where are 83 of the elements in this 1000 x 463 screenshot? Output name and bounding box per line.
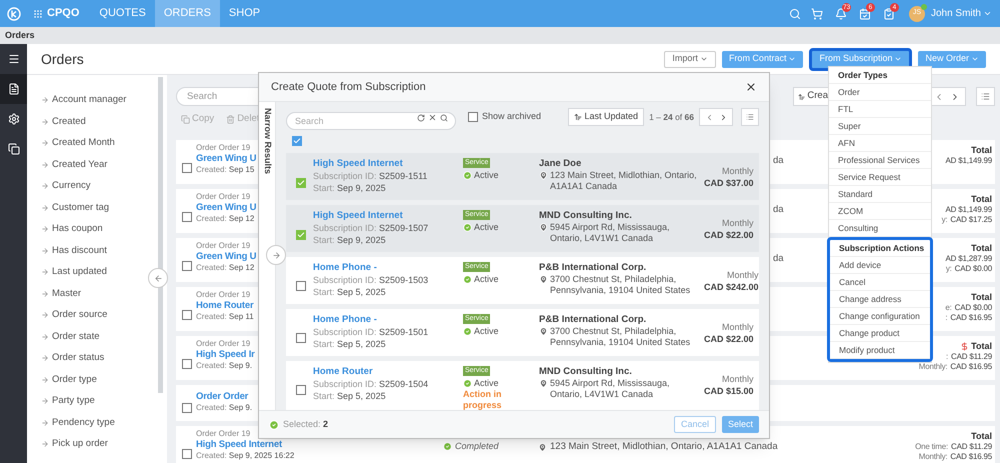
total-amount: CAD $16.95 — [950, 362, 992, 372]
status-text: Active — [474, 325, 499, 337]
created-date: Created: Sep 9. — [196, 403, 252, 413]
order-address: da — [773, 252, 784, 266]
total-amount: CAD $17.25 — [950, 215, 992, 225]
customer-name: MND Consulting Inc. — [539, 210, 633, 222]
total-amount: CAD $0.00 — [954, 264, 992, 274]
order-number: Order Order 19 — [196, 143, 250, 153]
menu-heading: Order Types — [829, 67, 931, 84]
order-number: Order Order 19 — [196, 241, 250, 251]
amount-label: One time: — [915, 442, 948, 452]
status-text: Active — [474, 273, 499, 285]
status-text: Active — [474, 377, 499, 389]
billing-period: Monthly — [722, 165, 754, 177]
created-date: Created: Sep 11 — [196, 312, 254, 322]
start-date: Start: Sep 9, 2025 — [313, 234, 387, 246]
amount-label: Monthly: — [918, 452, 948, 462]
order-number: Order Order 19 — [196, 429, 250, 439]
customer-name: Jane Doe — [539, 158, 582, 170]
created-date: Created: Sep 15 — [196, 165, 254, 175]
total-amount: CAD $11.29 — [951, 442, 992, 452]
order-address: da — [773, 203, 784, 217]
subscription-id: Subscription ID: S2509-1501 — [313, 326, 430, 338]
created-date: Created: Sep 9. — [196, 361, 252, 371]
order-number: Order Order 19 — [196, 290, 250, 300]
total-label: Total — [971, 341, 992, 352]
billing-period: Monthly — [722, 373, 754, 385]
amount-label: : — [945, 313, 948, 323]
created-date: Created: Sep 12 — [196, 214, 254, 224]
order-address: da — [773, 154, 784, 168]
customer-address: 3700 Chestnut St, Philadelphia, Pennsylvania, 19104 United States — [550, 274, 692, 296]
total-label: Total — [971, 431, 992, 442]
amount-label: Monthly: — [918, 362, 948, 372]
order-number: Order Order 19 — [196, 192, 250, 202]
customer-address: 5945 Airport Rd, Mississauga, Ontario, L4V1W1 Canada — [550, 222, 671, 244]
customer-name: P&B International Corp. — [539, 262, 648, 274]
total-amount: CAD $0.00 — [954, 303, 992, 313]
total-label: Total — [971, 145, 992, 156]
total-label: Total — [971, 243, 992, 254]
page-range: 1 – 24 of 66 — [649, 110, 694, 124]
created-date: Created: Sep 12 — [196, 263, 254, 273]
total-amount: CAD $11.29 — [951, 352, 992, 362]
subscription-id: Subscription ID: S2509-1503 — [313, 274, 430, 286]
total-amount: CAD $16.95 — [950, 313, 992, 323]
total-amount: AD $1,149.99 — [945, 156, 992, 166]
customer-address: 5945 Airport Rd, Mississauga, Ontario, L4V1W1 Canada — [550, 378, 671, 400]
customer-name: P&B International Corp. — [539, 314, 648, 326]
customer-address: 3700 Chestnut St, Philadelphia, Pennsylvania, 19104 United States — [550, 326, 692, 348]
subscription-price: CAD $15.00 — [704, 385, 754, 397]
amount-label: y: — [946, 264, 952, 274]
subscription-id: Subscription ID: S2509-1507 — [313, 222, 430, 234]
start-date: Start: Sep 9, 2025 — [313, 182, 387, 194]
total-amount: AD $1,287.99 — [945, 254, 992, 264]
start-date: Start: Sep 5, 2025 — [313, 338, 387, 350]
amount-label: e: — [945, 303, 952, 313]
order-number: Order Order 19 — [196, 339, 250, 349]
subscription-price: CAD $37.00 — [704, 177, 754, 189]
action-status: Action in progress — [463, 389, 503, 410]
start-date: Start: Sep 5, 2025 — [313, 286, 387, 298]
total-amount: CAD $16.95 — [950, 452, 992, 462]
amount-label: : — [946, 352, 948, 362]
subscription-id: Subscription ID: S2509-1504 — [313, 378, 430, 390]
total-label: Total — [971, 292, 992, 303]
page-title: Orders — [41, 50, 84, 68]
subscription-price: CAD $22.00 — [704, 333, 754, 345]
customer-name: MND Consulting Inc. — [539, 366, 633, 378]
billing-period: Monthly — [722, 217, 754, 229]
order-address: 123 Main Street, Midlothian, Ontario, A1A1A1 Canada — [550, 440, 778, 454]
billing-period: Monthly — [727, 269, 759, 281]
menu-heading: Subscription Actions — [830, 240, 930, 257]
billing-period: Monthly — [722, 321, 754, 333]
created-date: Created: Sep 9, 2025 16:22 — [196, 451, 294, 461]
status-text: Active — [474, 169, 499, 181]
start-date: Start: Sep 5, 2025 — [313, 390, 387, 402]
subscription-id: Subscription ID: S2509-1511 — [313, 170, 428, 182]
subscription-price: CAD $242.00 — [704, 281, 759, 293]
order-status: Completed — [455, 440, 499, 453]
customer-address: 123 Main Street, Midlothian, Ontario, A1A1A1 Canada — [550, 170, 698, 192]
total-amount: AD $1,149.99 — [945, 205, 992, 215]
total-label: Total — [971, 194, 992, 205]
subscription-price: CAD $22.00 — [704, 229, 754, 241]
amount-label: y: — [942, 215, 948, 225]
status-text: Active — [474, 221, 499, 233]
